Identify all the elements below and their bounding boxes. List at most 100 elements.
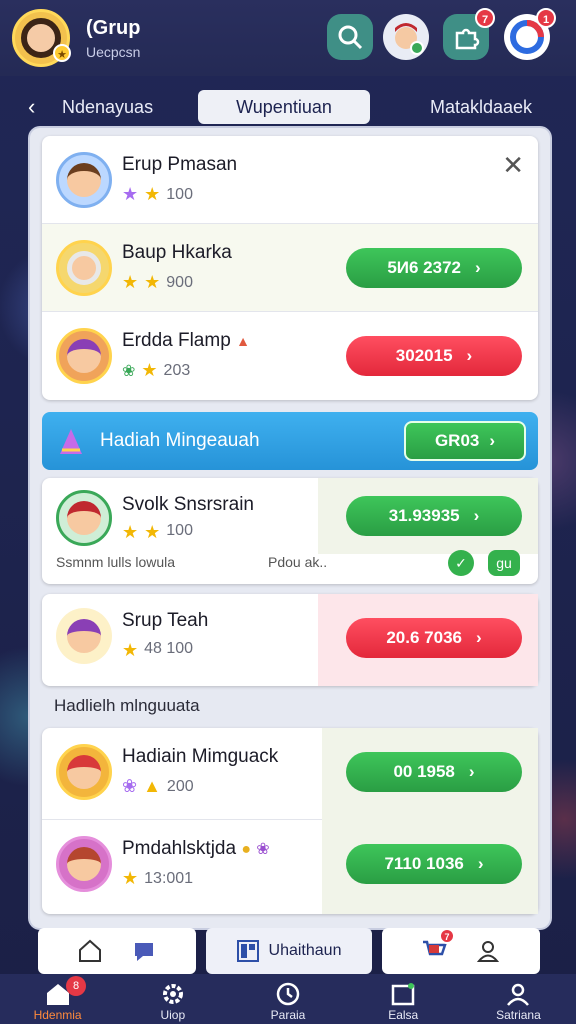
tab-active[interactable]: Wupentiuan: [198, 90, 370, 124]
star-icon: ★: [141, 360, 158, 380]
chevron-right-icon: ›: [473, 506, 480, 525]
nav-item-events[interactable]: Paraia: [230, 974, 345, 1024]
clock-icon: [276, 982, 300, 1006]
close-icon[interactable]: ✕: [502, 150, 524, 181]
avatar-head: [67, 501, 101, 535]
calendar-icon: [391, 983, 415, 1006]
quick-center-button[interactable]: Uhaithaun: [206, 928, 372, 974]
quick-left-group: [38, 928, 196, 974]
score-value: 48 100: [144, 640, 194, 657]
card-2[interactable]: Svolk Snsrsrain ★ ★ 100 31.93935 › Ssmnm…: [42, 478, 538, 584]
row-name: Pmdahlsktjda ● ❀: [122, 838, 270, 860]
list-item[interactable]: Baup Hkarka ★ ★ 900 5И6 2372 ›: [42, 224, 538, 312]
row-score: ★ 13:001: [122, 868, 193, 889]
tabs-bar: ‹ Ndenayuas Wupentiuan Matakldaaek: [0, 84, 576, 130]
claim-button[interactable]: 7110 1036 ›: [346, 844, 522, 884]
tab-left[interactable]: Ndenayuas: [62, 90, 153, 124]
header: ★ (Grup Uecpcsn 7 1: [0, 0, 576, 76]
party-hat-icon: [60, 429, 82, 454]
spin-wheel-button[interactable]: 1: [504, 8, 556, 60]
avatar-head: [67, 755, 101, 789]
puzzle-button[interactable]: 7: [443, 8, 495, 60]
score-value: 100: [166, 522, 193, 539]
nav-item-profile[interactable]: Satriana: [461, 974, 576, 1024]
card-score: ★ 48 100: [122, 640, 193, 661]
avatar: [56, 490, 112, 546]
claim-button[interactable]: 31.93935 ›: [346, 496, 522, 536]
row-name-text: Pmdahlsktjda: [122, 838, 237, 859]
gem-icon: ❀: [256, 841, 270, 858]
card-3[interactable]: Srup Teah ★ 48 100 20.6 7036 ›: [42, 594, 538, 686]
chevron-right-icon: ›: [475, 258, 481, 277]
nav-item-home[interactable]: 8 Hdenmia: [0, 974, 115, 1024]
search-button[interactable]: [327, 14, 373, 60]
button-label: 20.6 7036: [386, 628, 462, 647]
card-score: ★ ★ 100: [122, 522, 193, 543]
chevron-right-icon: ›: [475, 628, 482, 647]
tab-right[interactable]: Matakldaaek: [430, 90, 532, 124]
nav-label: Paraia: [270, 1008, 306, 1022]
banner-button[interactable]: GR03 ›: [404, 421, 526, 461]
nav-item-settings[interactable]: Uiop: [115, 974, 230, 1024]
score-value: 13:001: [144, 869, 194, 887]
claim-button[interactable]: 00 1958 ›: [346, 752, 522, 792]
tag-badge[interactable]: gu: [488, 550, 520, 576]
quick-center-label: Uhaithaun: [268, 942, 342, 959]
puzzle-icon: [455, 28, 480, 50]
claim-button[interactable]: 5И6 2372 ›: [346, 248, 522, 288]
shop-notif-badge: 7: [439, 927, 455, 944]
list-item[interactable]: Hadiain Mimguack ❀ ▲ 200 00 1958 ›: [42, 728, 538, 820]
avatar: [56, 744, 112, 800]
star-icon: ★: [122, 184, 139, 204]
action-button[interactable]: 20.6 7036 ›: [346, 618, 522, 658]
flag-icon: ▲: [236, 333, 250, 349]
user-icon: [507, 983, 530, 1006]
header-subtitle: Uecpcsn: [86, 43, 141, 60]
star-icon: ★: [122, 868, 139, 888]
header-title: (Grup: [86, 16, 141, 39]
player-avatar[interactable]: ★: [12, 9, 71, 67]
weekly-reward-banner[interactable]: Hadiah Mingeauah GR03 ›: [42, 412, 538, 470]
score-value: 900: [166, 273, 193, 291]
card-4: Hadiain Mimguack ❀ ▲ 200 00 1958 › Pmdah…: [42, 728, 538, 914]
quick-action-bar: Uhaithaun 7: [38, 927, 540, 974]
gear-icon: [162, 984, 183, 1004]
chevron-right-icon: ›: [477, 854, 484, 873]
avatar: [56, 608, 112, 664]
star-icon: ▲: [143, 776, 161, 796]
chevron-right-icon: ›: [466, 346, 473, 365]
grid-icon: [236, 940, 259, 962]
star-icon: ★: [122, 640, 139, 660]
profile-icon[interactable]: [475, 938, 501, 964]
avatar-head: [67, 251, 101, 285]
card-name: Svolk Snsrsrain: [122, 494, 254, 515]
bottom-nav: 8 Hdenmia Uiop Paraia Ealsa Satriana: [0, 974, 576, 1024]
avatar: [56, 836, 112, 892]
star-icon: ★: [122, 522, 139, 542]
score-value: 100: [166, 185, 193, 203]
gem-icon: ❀: [122, 362, 136, 380]
back-chevron-icon[interactable]: ‹: [28, 94, 35, 120]
check-icon[interactable]: ✓: [448, 550, 474, 576]
button-label: 5И6 2372: [387, 258, 461, 277]
list-item[interactable]: Erdda Flamp ▲ ❀ ★ 203 302015 ›: [42, 312, 538, 400]
row-name-text: Erdda Flamp: [122, 330, 231, 351]
nav-item-calendar[interactable]: Ealsa: [346, 974, 461, 1024]
avatar-head: [67, 339, 101, 373]
list-item[interactable]: Erup Pmasan ★ ★ 100 ✕: [42, 136, 538, 224]
action-button[interactable]: 302015 ›: [346, 336, 522, 376]
list-item[interactable]: Pmdahlsktjda ● ❀ ★ 13:001 7110 1036 ›: [42, 820, 538, 914]
avatar-badge-icon: ★: [53, 44, 71, 62]
home-icon[interactable]: [77, 938, 103, 964]
section-title: Hadlielh mlnguuata: [54, 696, 200, 715]
star-icon: ★: [144, 272, 161, 292]
avatar: [56, 152, 112, 208]
home-notif-badge: 8: [66, 976, 86, 996]
avatar-head: [67, 619, 101, 653]
row-score: ❀ ★ 203: [122, 360, 190, 381]
search-icon: [338, 25, 363, 50]
chat-icon[interactable]: [131, 938, 157, 964]
friend-avatar-button[interactable]: [383, 14, 429, 60]
banner-button-label: GR03: [434, 431, 480, 450]
shop-button[interactable]: 7: [421, 927, 455, 967]
